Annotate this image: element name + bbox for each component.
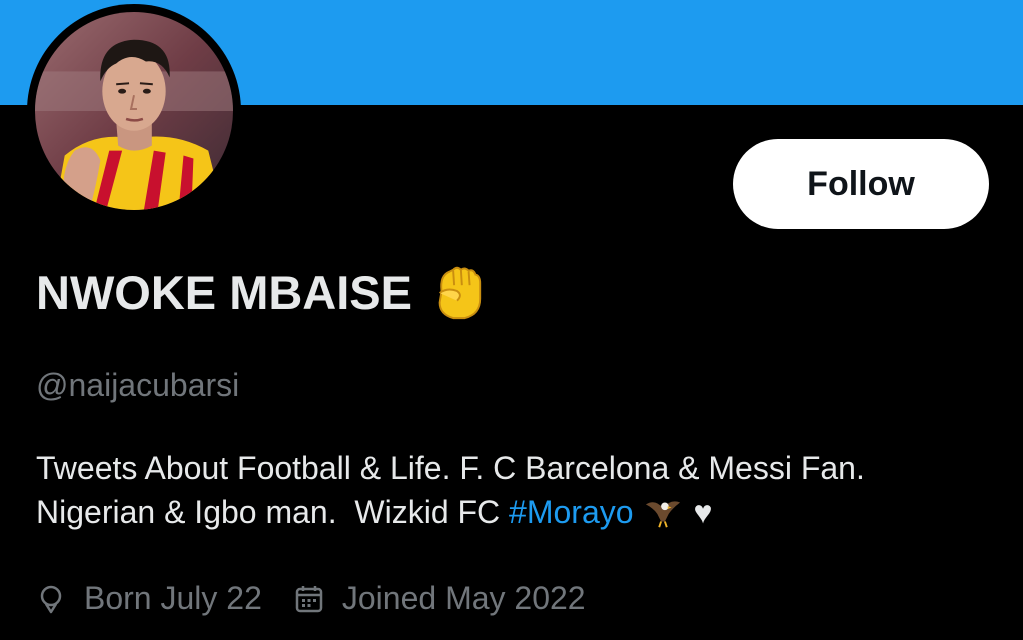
raised-fist-emoji-icon [428, 262, 486, 322]
bio-line-2-text: Nigerian & Igbo man. Wizkid FC [36, 494, 510, 530]
birthday-item: Born July 22 [36, 580, 262, 617]
joined-item: Joined May 2022 [294, 580, 586, 617]
heart-symbol: ♥ [693, 494, 713, 530]
hashtag-link[interactable]: #Morayo [509, 490, 634, 534]
location-pin-icon [36, 584, 66, 614]
display-name: NWOKE MBAISE [36, 262, 486, 322]
profile-bio: Tweets About Football & Life. F. C Barce… [36, 446, 996, 534]
display-name-text: NWOKE MBAISE [36, 265, 412, 319]
avatar[interactable] [27, 4, 241, 218]
bio-line-1: Tweets About Football & Life. F. C Barce… [36, 450, 865, 486]
joined-text: Joined May 2022 [341, 580, 586, 616]
profile-meta: Born July 22 Joined May 2022 [36, 580, 586, 617]
calendar-icon [294, 584, 324, 614]
user-handle: @naijacubarsi [36, 367, 240, 403]
birthday-text: Born July 22 [84, 580, 262, 616]
avatar-photo [35, 12, 233, 210]
bio-line-2: Nigerian & Igbo man. Wizkid FC #Morayo ♥ [36, 490, 996, 534]
follow-button[interactable]: Follow [733, 139, 989, 229]
eagle-emoji-icon [644, 493, 682, 531]
